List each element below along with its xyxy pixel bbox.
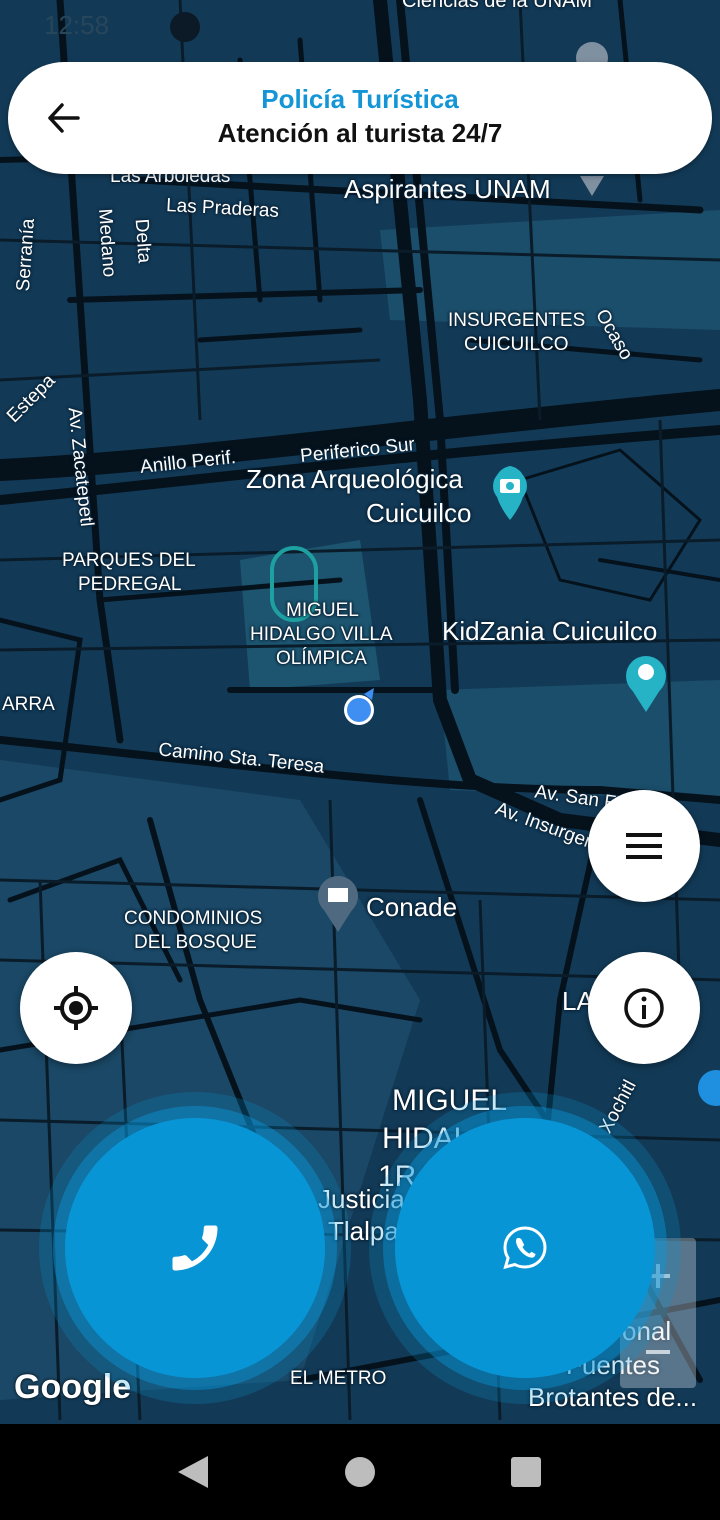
google-logo: Google [14,1368,132,1406]
whatsapp-button[interactable] [395,1118,655,1378]
my-location-button[interactable] [20,952,132,1064]
phone-icon [172,1225,218,1271]
map-label: Conade [366,892,458,922]
map-label: KidZania Cuicuilco [442,616,658,646]
map-label: Delta [130,218,155,264]
notification-dot-icon [170,12,200,42]
header-subtitle: Atención al turista 24/7 [217,118,503,148]
map-label: Tlalpa [328,1216,399,1246]
map-label: PARQUES DEL [62,550,196,571]
hamburger-menu-icon [626,833,662,859]
status-bar: 12:58 [0,0,720,52]
whatsapp-icon [503,1226,547,1270]
menu-button[interactable] [588,790,700,902]
map-label: EL METRO [290,1368,387,1389]
map-label: HIDALGO VILLA [250,624,393,645]
map-label: INSURGENTES [448,310,586,331]
crosshair-location-icon [54,986,98,1030]
status-time: 12:58 [44,10,110,40]
map-label: Aspirantes UNAM [344,174,551,204]
system-navigation-bar [0,1424,720,1520]
header-card: Policía Turística Atención al turista 24… [8,62,712,174]
info-icon [624,988,664,1028]
map-label: ARRA [2,694,55,715]
map-label: MIGUEL [392,1084,508,1117]
map-label: Zona Arqueológica [246,464,463,494]
zona-arqueologica-pin [493,466,527,520]
nav-home-icon[interactable] [344,1456,376,1488]
header-title: Policía Turística [261,84,459,114]
nav-back-icon[interactable] [176,1454,210,1490]
map-label: Cuicuilco [366,498,472,528]
map-label: PEDREGAL [78,574,182,595]
map-label: Medano [93,207,120,278]
info-button[interactable] [588,952,700,1064]
map-label: DEL BOSQUE [134,932,257,953]
nav-recents-icon[interactable] [510,1456,542,1488]
call-button[interactable] [65,1118,325,1378]
map-label: CONDOMINIOS [124,908,263,929]
map-label: MIGUEL [286,600,359,621]
map-label: OLÍMPICA [276,648,367,669]
map-label: CUICUILCO [464,334,569,355]
